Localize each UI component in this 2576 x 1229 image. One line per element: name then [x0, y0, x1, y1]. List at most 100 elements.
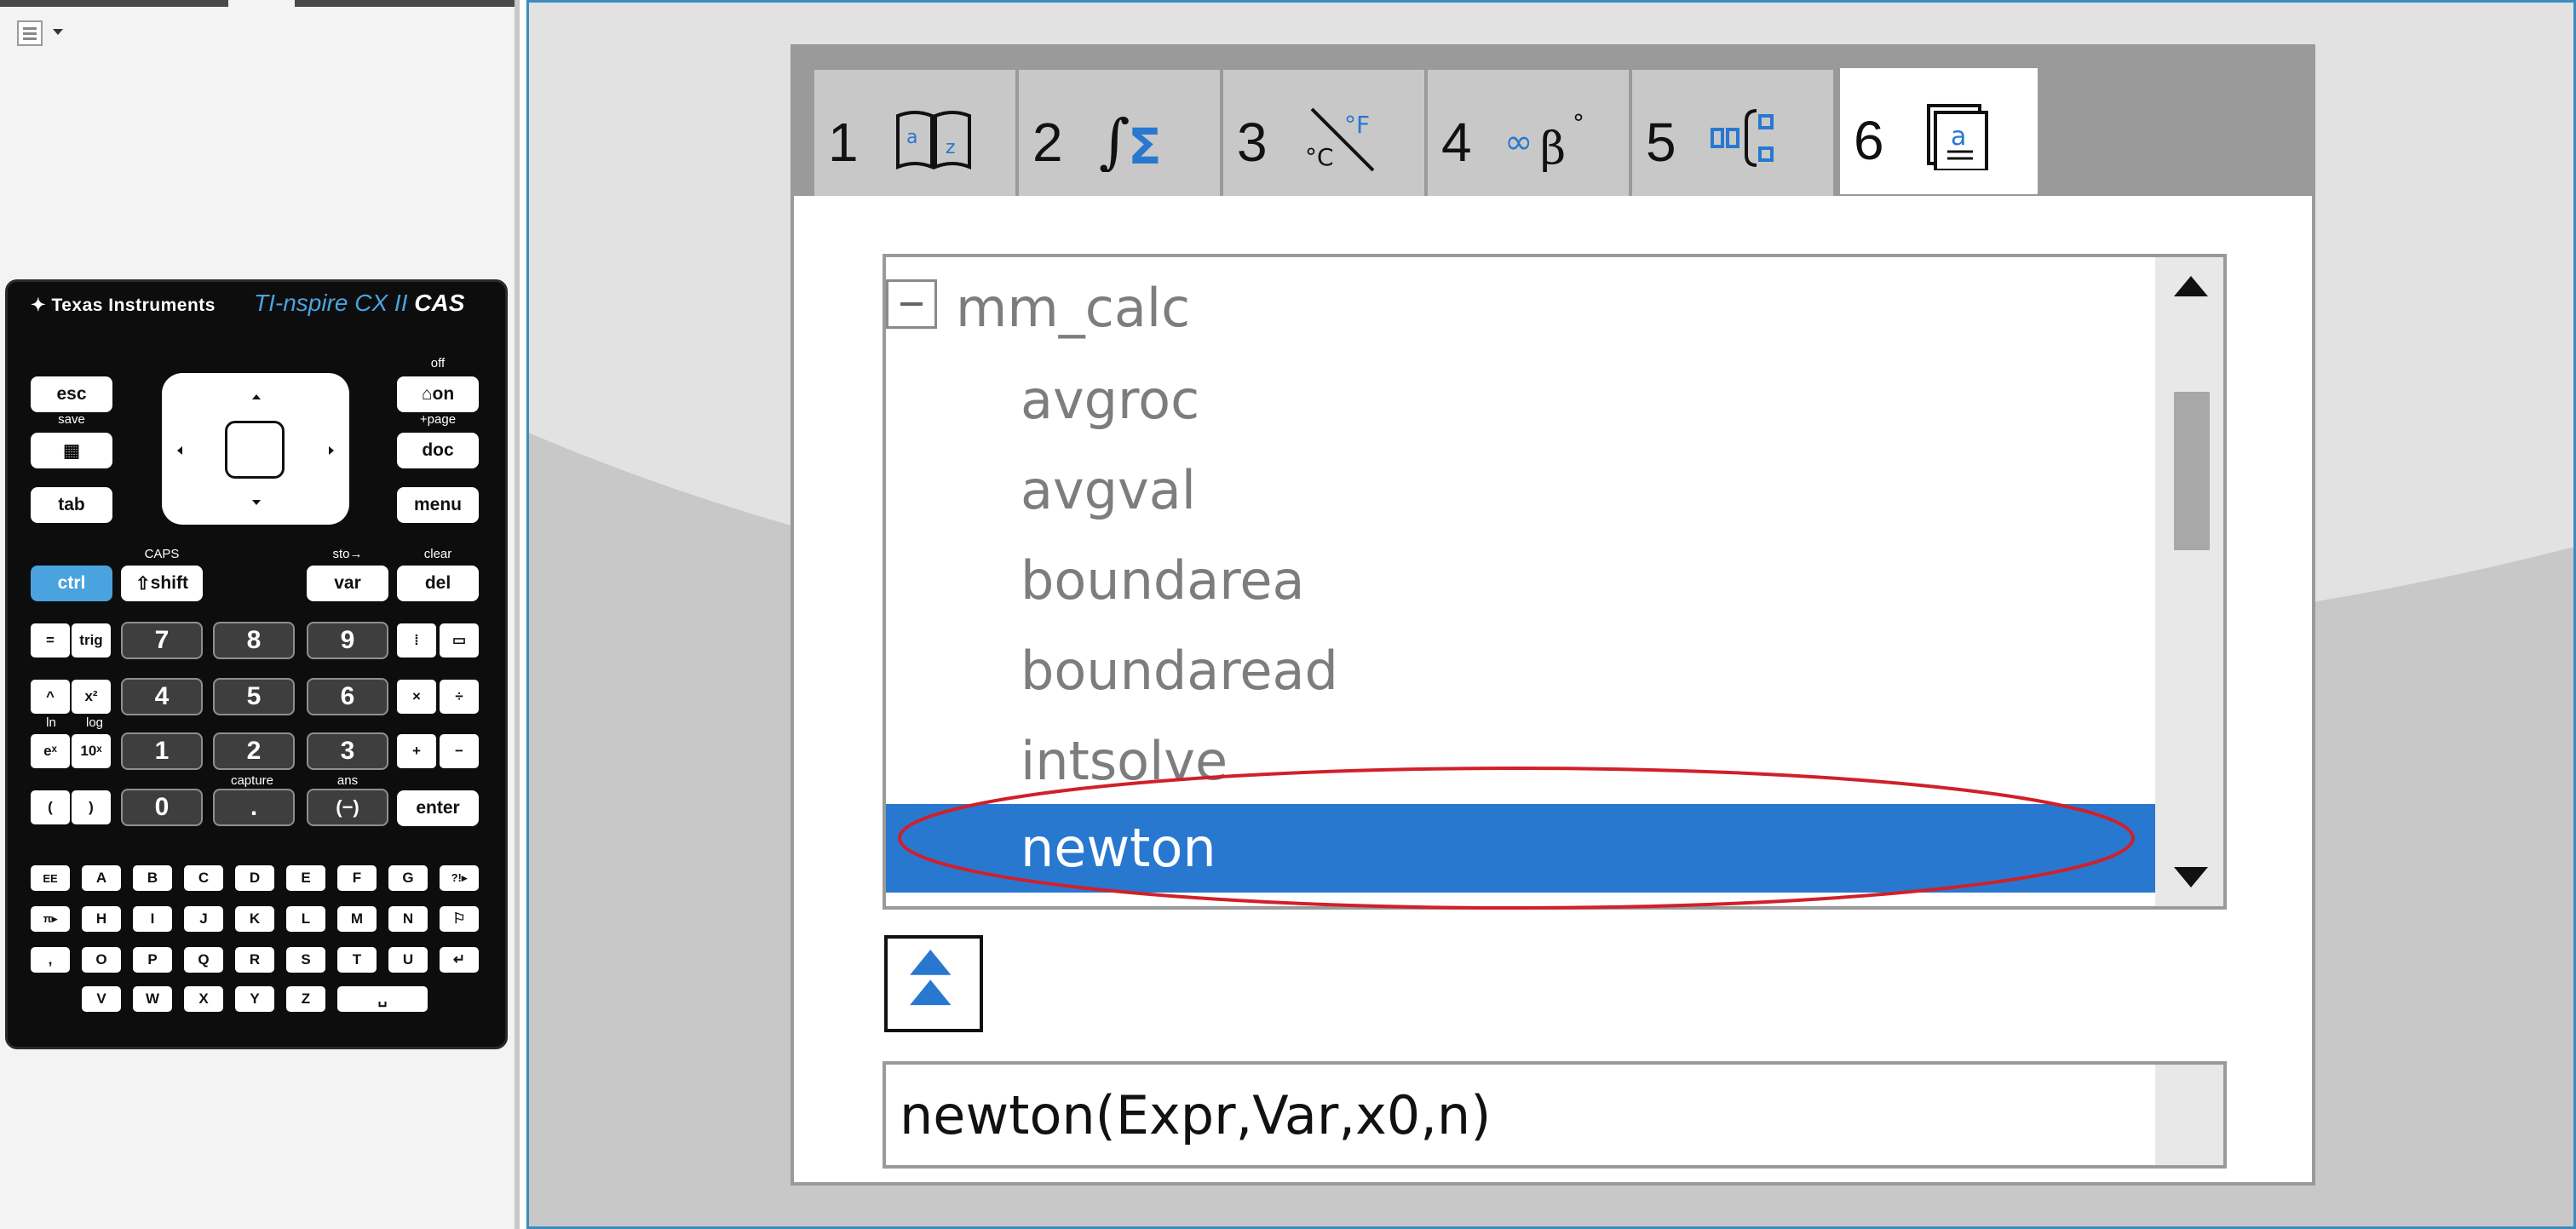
- scroll-down-icon[interactable]: [2174, 867, 2208, 887]
- key-r[interactable]: R: [235, 947, 274, 973]
- list-scrollbar[interactable]: [2155, 257, 2223, 906]
- key-on[interactable]: ⌂ on: [397, 376, 479, 412]
- key-a[interactable]: A: [82, 865, 121, 891]
- model-suffix: CAS: [414, 290, 465, 316]
- list-item[interactable]: boundarea: [886, 537, 2155, 625]
- tab-4[interactable]: 4 ∞ β °: [1428, 70, 1632, 196]
- key-ten-power[interactable]: 10ˣ: [72, 734, 111, 768]
- key-4[interactable]: 4: [121, 678, 203, 715]
- tab-5[interactable]: 5: [1632, 70, 1837, 196]
- key-var[interactable]: var: [307, 566, 388, 601]
- key-plus[interactable]: +: [397, 734, 436, 768]
- key-3[interactable]: 3: [307, 732, 388, 770]
- key-flag[interactable]: ⚐: [440, 906, 479, 932]
- key-catalog[interactable]: ▭: [440, 623, 479, 658]
- tab-2[interactable]: 2 ∫ Σ: [1019, 70, 1223, 196]
- list-item[interactable]: avgroc: [886, 356, 2155, 445]
- key-l[interactable]: L: [286, 906, 325, 932]
- key-m[interactable]: M: [337, 906, 377, 932]
- key-exp[interactable]: eˣ: [31, 734, 70, 768]
- list-item[interactable]: boundaread: [886, 627, 2155, 715]
- key-v[interactable]: V: [82, 986, 121, 1012]
- key-f[interactable]: F: [337, 865, 377, 891]
- key-k[interactable]: K: [235, 906, 274, 932]
- arrow-up-icon[interactable]: [252, 394, 261, 399]
- list-item-selected[interactable]: newton: [886, 804, 2155, 893]
- tab-3[interactable]: 3 °F °C: [1223, 70, 1428, 196]
- key-1[interactable]: 1: [121, 732, 203, 770]
- chevron-down-icon[interactable]: [53, 29, 63, 35]
- key-square[interactable]: x²: [72, 680, 111, 714]
- key-trig[interactable]: trig: [72, 623, 111, 658]
- key-9[interactable]: 9: [307, 622, 388, 659]
- key-minus[interactable]: −: [440, 734, 479, 768]
- key-s[interactable]: S: [286, 947, 325, 973]
- key-divide[interactable]: ÷: [440, 680, 479, 714]
- key-d[interactable]: D: [235, 865, 274, 891]
- key-equals[interactable]: =: [31, 623, 70, 658]
- key-del[interactable]: del: [397, 566, 479, 601]
- key-c[interactable]: C: [184, 865, 223, 891]
- key-power[interactable]: ^: [31, 680, 70, 714]
- touchpad-click-icon[interactable]: [225, 421, 285, 479]
- tab-number: 2: [1032, 112, 1063, 173]
- key-ee[interactable]: EE: [31, 865, 70, 891]
- key-multiply[interactable]: ×: [397, 680, 436, 714]
- key-space[interactable]: ␣: [337, 986, 428, 1012]
- key-n[interactable]: N: [388, 906, 428, 932]
- key-negative[interactable]: (−): [307, 789, 388, 826]
- key-shift[interactable]: ⇧ shift: [121, 566, 203, 601]
- key-right-paren[interactable]: ): [72, 790, 111, 824]
- collapse-help-button[interactable]: [884, 935, 983, 1032]
- key-6[interactable]: 6: [307, 678, 388, 715]
- arrow-right-icon[interactable]: [329, 446, 334, 455]
- tab-1[interactable]: 1 a z: [814, 70, 1019, 196]
- key-8[interactable]: 8: [213, 622, 295, 659]
- key-q[interactable]: Q: [184, 947, 223, 973]
- key-j[interactable]: J: [184, 906, 223, 932]
- list-item[interactable]: intsolve: [886, 717, 2155, 806]
- key-y[interactable]: Y: [235, 986, 274, 1012]
- key-doc[interactable]: doc: [397, 433, 479, 468]
- key-0[interactable]: 0: [121, 789, 203, 826]
- key-2[interactable]: 2: [213, 732, 295, 770]
- key-ctrl[interactable]: ctrl: [31, 566, 112, 601]
- list-item[interactable]: avgval: [886, 446, 2155, 535]
- key-o[interactable]: O: [82, 947, 121, 973]
- key-w[interactable]: W: [133, 986, 172, 1012]
- key-templates[interactable]: ⁞: [397, 623, 436, 658]
- document-toolbar-icon[interactable]: [17, 20, 43, 46]
- tree-folder-mm-calc[interactable]: mm_calc: [886, 264, 2155, 353]
- arrow-down-icon[interactable]: [252, 500, 261, 505]
- key-x[interactable]: X: [184, 986, 223, 1012]
- key-enter[interactable]: enter: [397, 790, 479, 826]
- key-u[interactable]: U: [388, 947, 428, 973]
- key-scratchpad[interactable]: ▦: [31, 433, 112, 468]
- key-z[interactable]: Z: [286, 986, 325, 1012]
- scroll-up-icon[interactable]: [2174, 276, 2208, 296]
- tab-6[interactable]: 6 a: [1840, 68, 2041, 194]
- key-p[interactable]: P: [133, 947, 172, 973]
- key-pi[interactable]: π▸: [31, 906, 70, 932]
- key-h[interactable]: H: [82, 906, 121, 932]
- key-tab[interactable]: tab: [31, 487, 112, 523]
- key-return[interactable]: ↵: [440, 947, 479, 973]
- key-menu[interactable]: menu: [397, 487, 479, 523]
- scroll-thumb[interactable]: [2174, 392, 2210, 550]
- key-5[interactable]: 5: [213, 678, 295, 715]
- key-g[interactable]: G: [388, 865, 428, 891]
- key-i[interactable]: I: [133, 906, 172, 932]
- key-b[interactable]: B: [133, 865, 172, 891]
- arrow-left-icon[interactable]: [177, 446, 182, 455]
- user-library-icon: a: [1927, 104, 1988, 170]
- key-esc[interactable]: esc: [31, 376, 112, 412]
- key-decimal[interactable]: .: [213, 789, 295, 826]
- key-e[interactable]: E: [286, 865, 325, 891]
- key-punctuation[interactable]: ?!▸: [440, 865, 479, 891]
- key-left-paren[interactable]: (: [31, 790, 70, 824]
- key-7[interactable]: 7: [121, 622, 203, 659]
- key-comma[interactable]: ,: [31, 947, 70, 973]
- key-t[interactable]: T: [337, 947, 377, 973]
- syntax-scrollbar[interactable]: [2155, 1065, 2223, 1165]
- panel-divider[interactable]: [515, 0, 520, 1229]
